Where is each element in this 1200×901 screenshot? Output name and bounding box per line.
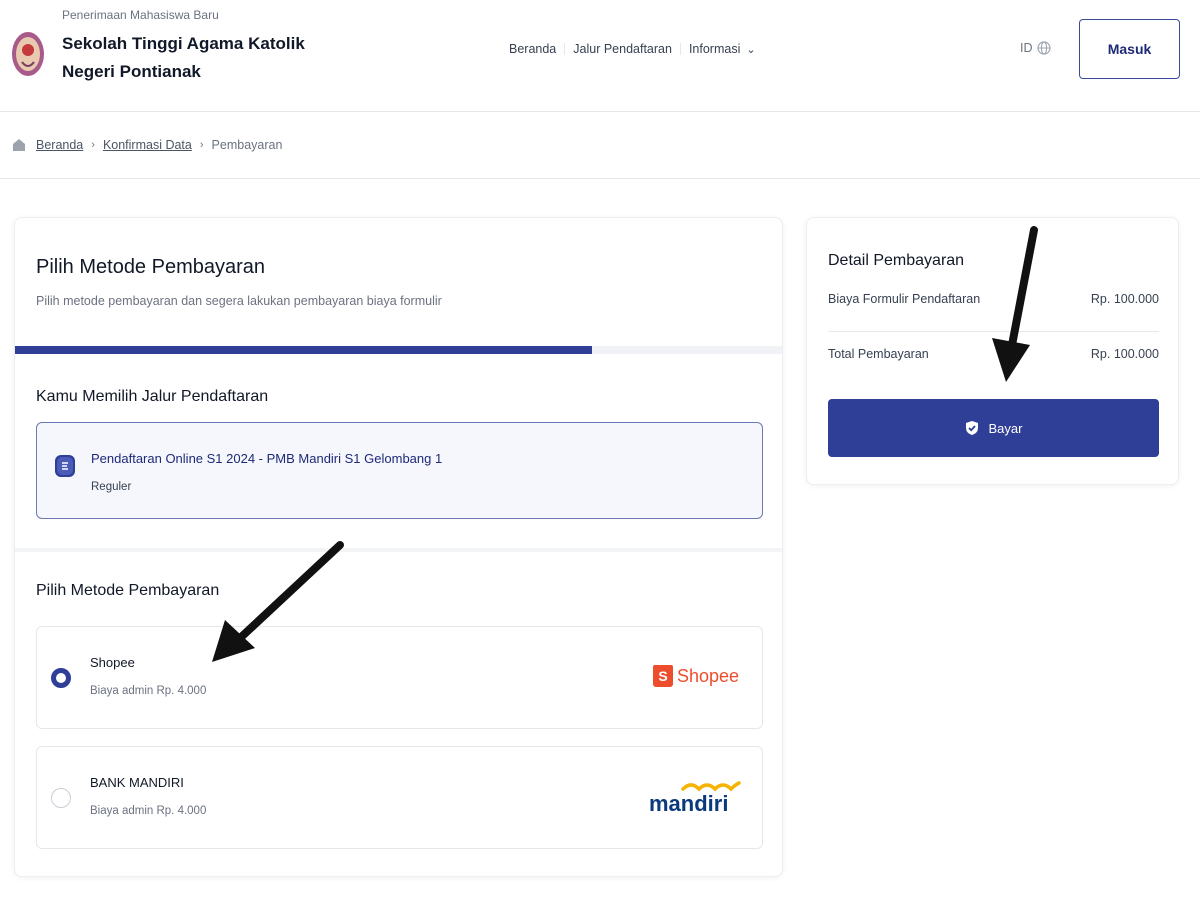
shopee-bag-icon: S	[653, 665, 673, 687]
detail-value: Rp. 100.000	[1090, 292, 1159, 306]
nav-item-informasi[interactable]: Informasi ⌄	[683, 42, 762, 56]
progress-bar	[15, 346, 782, 354]
shopee-logo-text: Shopee	[677, 665, 740, 686]
detail-value: Rp. 100.000	[1090, 347, 1159, 361]
chevron-down-icon: ⌄	[746, 44, 756, 56]
mandiri-logo-text: mandiri	[649, 791, 729, 816]
nav-item-beranda[interactable]: Beranda	[509, 42, 562, 56]
radio-shopee[interactable]	[51, 668, 71, 688]
route-section-title: Kamu Memilih Jalur Pendaftaran	[36, 388, 269, 405]
option-fee: Biaya admin Rp. 4.000	[90, 685, 207, 697]
nav-item-jalur-pendaftaran[interactable]: Jalur Pendaftaran	[567, 42, 678, 56]
nav-item-informasi-label: Informasi	[688, 42, 741, 56]
route-title: Pendaftaran Online S1 2024 - PMB Mandiri…	[91, 451, 443, 466]
detail-divider	[828, 331, 1159, 332]
detail-row-form-fee: Biaya Formulir Pendaftaran Rp. 100.000	[828, 292, 1159, 306]
breadcrumb-bar: Beranda › Konfirmasi Data › Pembayaran	[0, 113, 1200, 179]
card-subtitle: Pilih metode pembayaran dan segera lakuk…	[36, 294, 442, 308]
breadcrumb-beranda[interactable]: Beranda	[36, 138, 83, 152]
site-header: Penerimaan Mahasiswa Baru Sekolah Tinggi…	[0, 0, 1200, 112]
detail-label: Total Pembayaran	[828, 347, 929, 361]
option-fee: Biaya admin Rp. 4.000	[90, 805, 207, 817]
pay-button-label: Bayar	[988, 420, 1023, 436]
option-name: Shopee	[90, 655, 135, 670]
detail-label: Biaya Formulir Pendaftaran	[828, 292, 981, 306]
payment-option-mandiri[interactable]: BANK MANDIRI Biaya admin Rp. 4.000 mandi…	[36, 746, 763, 849]
radio-mandiri[interactable]	[51, 788, 71, 808]
payment-detail-card: Detail Pembayaran Biaya Formulir Pendaft…	[806, 217, 1179, 485]
nav-divider	[679, 43, 681, 55]
campus-logo-icon[interactable]	[10, 26, 46, 78]
methods-section-title: Pilih Metode Pembayaran	[36, 582, 220, 599]
progress-bar-fill	[15, 346, 592, 354]
shopee-logo: S Shopee	[653, 665, 739, 687]
breadcrumb: Beranda › Konfirmasi Data › Pembayaran	[12, 138, 282, 152]
globe-icon	[1036, 41, 1051, 55]
language-code: ID	[1020, 41, 1033, 55]
mandiri-logo: mandiri	[649, 777, 749, 823]
option-name: BANK MANDIRI	[90, 775, 184, 790]
route-type: Reguler	[91, 481, 132, 493]
shield-check-icon	[965, 421, 978, 435]
breadcrumb-konfirmasi-data[interactable]: Konfirmasi Data	[103, 138, 192, 152]
brand-subtitle: Penerimaan Mahasiswa Baru	[62, 8, 219, 22]
card-title: Pilih Metode Pembayaran	[36, 256, 266, 278]
home-icon[interactable]	[12, 138, 26, 152]
route-icon	[55, 455, 75, 477]
selected-route-box: Pendaftaran Online S1 2024 - PMB Mandiri…	[36, 422, 763, 519]
section-divider	[15, 548, 782, 552]
pay-button[interactable]: Bayar	[828, 399, 1159, 457]
login-button[interactable]: Masuk	[1079, 19, 1180, 79]
language-switcher[interactable]: ID	[1020, 41, 1051, 55]
main-nav: Beranda Jalur Pendaftaran Informasi ⌄	[509, 42, 762, 56]
payment-detail-title: Detail Pembayaran	[828, 252, 965, 269]
breadcrumb-current: Pembayaran	[211, 138, 283, 152]
chevron-right-icon: ›	[199, 139, 204, 151]
detail-row-total: Total Pembayaran Rp. 100.000	[828, 347, 1159, 361]
chevron-right-icon: ›	[91, 139, 95, 151]
payment-option-shopee[interactable]: Shopee Biaya admin Rp. 4.000 S Shopee	[36, 626, 763, 729]
brand-title[interactable]: Sekolah Tinggi Agama Katolik Negeri Pont…	[62, 30, 362, 86]
nav-divider	[564, 43, 566, 55]
payment-method-card: Pilih Metode Pembayaran Pilih metode pem…	[14, 217, 783, 877]
